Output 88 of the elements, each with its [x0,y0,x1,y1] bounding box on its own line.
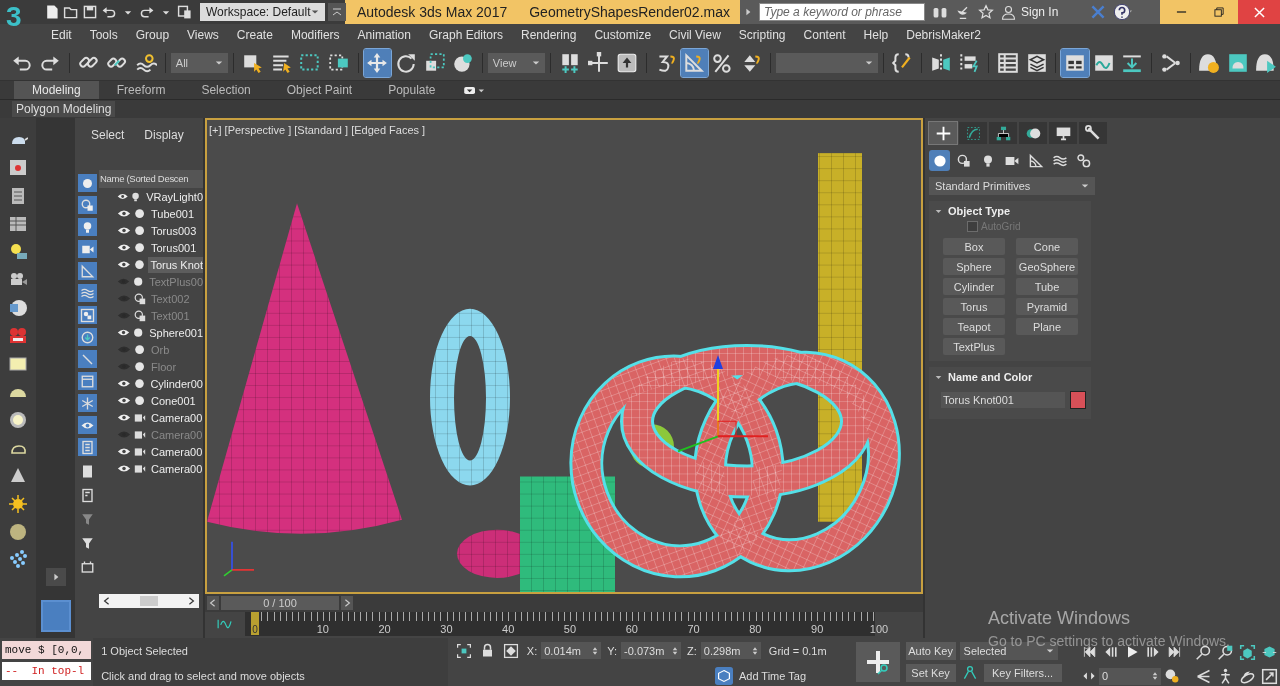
ribbon-tab[interactable]: Selection [183,81,269,99]
object-type-button[interactable]: Cone [1016,238,1078,255]
script-listener-output[interactable]: -- In top-l [2,662,92,680]
object-type-button[interactable]: Torus [943,298,1005,315]
frame-number: 60 [625,623,638,635]
rollout-title[interactable]: Name and Color [948,371,1033,383]
frame-number: 10 [316,623,329,635]
frame-number: 20 [378,623,391,635]
selection-filter-dropdown[interactable]: All [170,53,229,73]
scene-object-item[interactable]: Torus003 [149,222,203,239]
axis-label: Y: [607,644,618,657]
object-type-button[interactable]: Tube [1016,278,1078,295]
grid-size-text: Grid = 0.1m [768,644,827,657]
object-type-button[interactable]: Teapot [943,318,1005,335]
menu-item[interactable]: Tools [80,28,127,42]
sign-in-button[interactable]: Sign In [1001,4,1059,20]
frame-number: 30 [440,623,453,635]
scene-object-item[interactable]: VRayLight0 [144,188,203,205]
auto-key-button[interactable]: Auto Key [905,642,956,660]
object-name-field[interactable]: Torus Knot001 [941,392,1065,408]
current-frame-field[interactable]: 0 [1099,667,1161,685]
menu-item[interactable]: Graph Editors [419,28,512,42]
selection-status: 1 Object Selected [101,644,189,657]
menu-item[interactable]: Animation [348,28,420,42]
axis-label: X: [526,644,538,657]
app-logo[interactable]: 3 [6,0,22,34]
object-type-button[interactable]: Pyramid [1016,298,1078,315]
menu-item[interactable]: DebrisMaker2 [897,28,990,42]
frame-number: 100 [869,623,889,635]
workspace-dropdown[interactable]: Workspace: Default [200,3,325,21]
coordinate-field[interactable]: 0.014m [541,642,602,659]
menu-item[interactable]: Customize [585,28,661,42]
menu-item[interactable]: Content [794,28,855,42]
axis-label: Z: [687,644,697,657]
frame-number: 40 [502,623,515,635]
activation-notice-title: Activate Windows [988,608,1132,629]
category-dropdown[interactable]: Standard Primitives [929,177,1095,195]
menu-item[interactable]: Civil View [660,28,730,42]
time-slider-thumb[interactable]: 0 / 100 [221,596,339,610]
column-header[interactable]: Name (Sorted Descen [99,170,203,188]
ribbon-tab[interactable]: Populate [370,81,454,99]
frame-number: 80 [749,623,762,635]
scene-object-item[interactable]: Camera00 [149,460,203,477]
ribbon-tab[interactable]: Freeform [98,81,184,99]
object-type-button[interactable]: TextPlus [943,338,1005,355]
object-type-button[interactable]: Cylinder [943,278,1005,295]
ribbon-tab[interactable]: Modeling [14,81,99,99]
scene-object-item[interactable]: Torus001 [149,239,203,256]
file-name: GeometryShapesRender02.max [529,4,730,20]
add-time-tag-button[interactable]: Add Time Tag [714,666,806,685]
script-listener-input[interactable]: move $ [0,0, [2,641,92,659]
scene-object-item[interactable]: Torus Knot [148,256,203,273]
menu-item[interactable]: Rendering [512,28,586,42]
menu-item[interactable]: Group [126,28,179,42]
scene-object-item[interactable]: Camera00 [149,443,203,460]
coordinate-field[interactable]: -0.073m [621,642,682,659]
frame-number: 90 [811,623,824,635]
scene-object-item[interactable]: Tube001 [149,205,203,222]
menu-item[interactable]: Help [854,28,898,42]
search-field[interactable]: Type a keyword or phrase [759,3,925,21]
rollout-title[interactable]: Object Type [948,205,1011,217]
scene-object-item[interactable]: Sphere001 [147,324,203,341]
object-type-button[interactable]: Box [943,238,1005,255]
object-type-button[interactable]: Sphere [943,258,1005,275]
menu-item[interactable]: Edit [42,28,81,42]
viewport-label[interactable]: [+] [Perspective ] [Standard ] [Edged Faces ] [209,124,426,136]
set-key-button[interactable]: Set Key [905,664,956,682]
menu-item[interactable]: Create [227,28,282,42]
ribbon-tab[interactable]: Object Paint [268,81,371,99]
track-thumb[interactable]: 0 [251,612,259,635]
menu-item[interactable]: Views [178,28,228,42]
frame-number: 50 [563,623,577,635]
scene-object-item[interactable]: Cone001 [149,392,203,409]
object-type-button[interactable]: GeoSphere [1016,258,1078,275]
menu-item[interactable]: Modifiers [281,28,349,42]
object-type-button[interactable]: Plane [1016,318,1078,335]
frame-number: 70 [687,623,700,635]
reference-coordinate-dropdown[interactable]: View [487,53,546,73]
app-title: Autodesk 3ds Max 2017 [357,4,508,20]
coordinate-field[interactable]: 0.298m [700,642,761,659]
explorer-menu[interactable]: Display [144,128,184,170]
explorer-menu[interactable]: Select [91,128,125,170]
scene-object-item[interactable]: Cylinder00 [148,375,203,392]
scene-object-item[interactable]: Camera00 [149,409,203,426]
menu-item[interactable]: Scripting [729,28,795,42]
prompt-text: Click and drag to select and move objects [101,669,306,682]
key-filters-button[interactable]: Key Filters... [983,664,1062,682]
ribbon-panel-tab[interactable]: Polygon Modeling [12,101,116,117]
